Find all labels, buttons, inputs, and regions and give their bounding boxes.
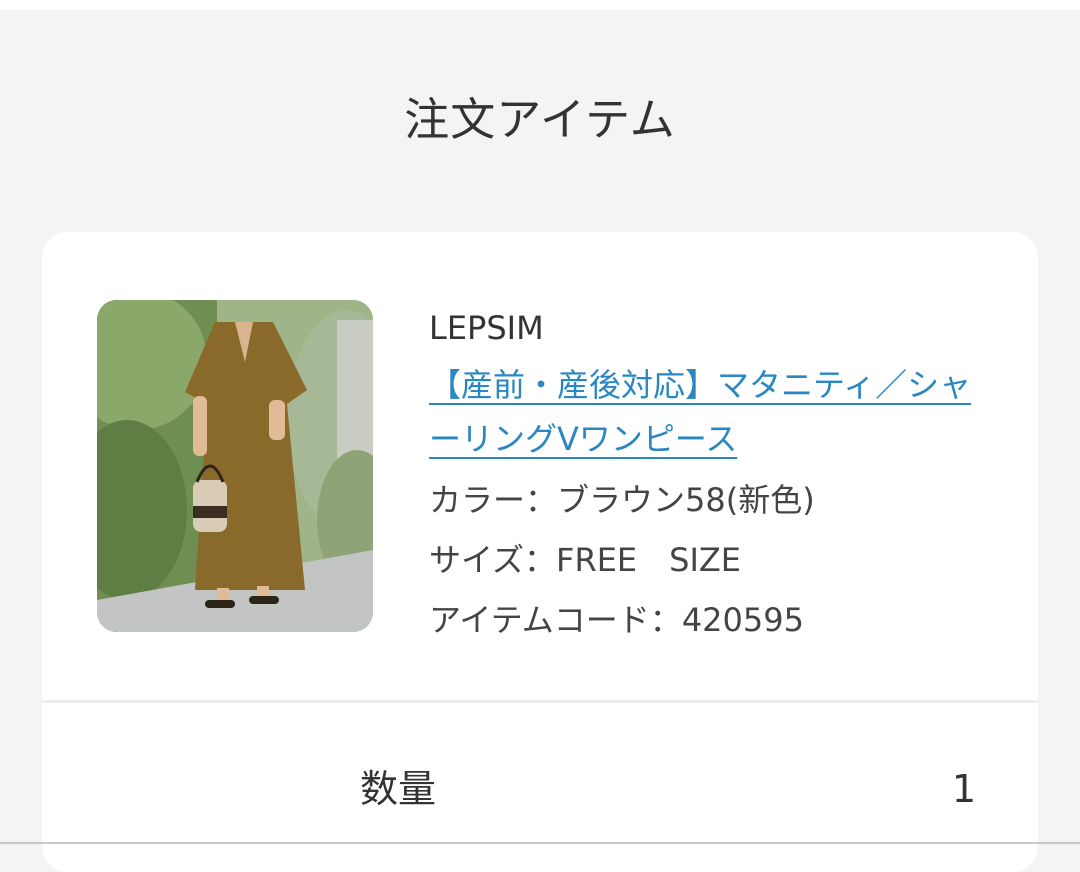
quantity-label: 数量 [360,767,437,811]
color-value: ブラウン58(新色) [557,481,815,519]
quantity-value: 1 [951,767,976,811]
color-label: カラー： [429,481,558,519]
item-details: LEPSIM 【産前・産後対応】マタニティ／シャーリングVワンピース カラー：ブ… [429,304,989,650]
item-color: カラー：ブラウン58(新色) [429,470,989,530]
order-items-page: { "section": { "title": "注文アイテム" }, "ite… [0,0,1080,872]
product-photo-icon [97,300,373,632]
order-item-card: LEPSIM 【産前・産後対応】マタニティ／シャーリングVワンピース カラー：ブ… [42,232,1038,872]
size-value: FREE SIZE [556,541,742,579]
section-title: 注文アイテム [404,93,676,146]
code-value: 420595 [681,601,804,639]
item-code: アイテムコード：420595 [429,590,989,650]
size-label: サイズ： [429,541,557,579]
product-image[interactable] [97,300,373,632]
divider [42,700,1038,703]
brand-name: LEPSIM [429,309,544,347]
top-strip [0,0,1080,10]
item-size: サイズ：FREE SIZE [429,530,989,590]
code-label: アイテムコード： [429,601,682,639]
product-name-link[interactable]: 【産前・産後対応】マタニティ／シャーリングVワンピース [429,358,989,466]
